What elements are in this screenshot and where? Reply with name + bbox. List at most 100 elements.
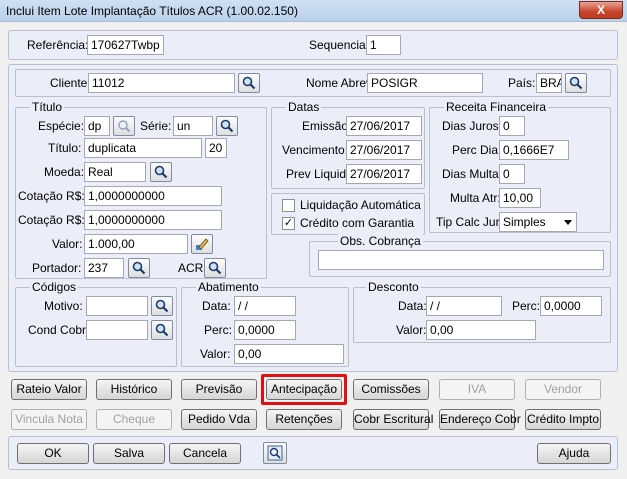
abatimento-legend: Abatimento — [196, 280, 261, 294]
emissao-label: Emissão: — [302, 119, 352, 133]
perc-dia-label: Perc Dia: — [452, 143, 502, 157]
cliente-group: Cliente: 11012 Nome Abrev: POSIGR País: … — [15, 69, 611, 97]
especie-field[interactable]: dp — [84, 116, 110, 136]
salva-button[interactable]: Salva — [93, 443, 165, 464]
perc-dia-field[interactable]: 0,1666E7 — [499, 140, 569, 160]
serie-search-button[interactable] — [216, 116, 238, 136]
abatimento-perc-field[interactable]: 0,0000 — [234, 320, 296, 340]
antecipacao-highlight — [261, 374, 347, 405]
portador-search-button[interactable] — [128, 258, 150, 278]
valor-field[interactable]: 1.000,00 — [84, 234, 188, 254]
parcela-field[interactable]: 20 — [205, 138, 227, 158]
nome-abrev-label: Nome Abrev: — [306, 76, 376, 90]
nome-abrev-field[interactable]: POSIGR — [367, 73, 483, 93]
sequencia-label: Sequencia: — [309, 38, 370, 52]
multa-atr-field[interactable]: 10,00 — [499, 188, 541, 208]
titulo-legend: Título — [30, 100, 65, 114]
dias-multa-label: Dias Multa: — [442, 167, 503, 181]
serie-label: Série: — [140, 119, 172, 133]
emissao-field[interactable]: 27/06/2017 — [346, 116, 422, 136]
prev-liquid-field[interactable]: 27/06/2017 — [346, 164, 422, 184]
iva-button[interactable]: IVA — [439, 379, 515, 400]
abatimento-valor-field[interactable]: 0,00 — [234, 344, 344, 364]
abatimento-group: Abatimento Data: / / Perc: 0,0000 Valor:… — [181, 280, 349, 367]
cheque-button[interactable]: Cheque — [96, 409, 172, 430]
vencimento-field[interactable]: 27/06/2017 — [346, 140, 422, 160]
cancela-button[interactable]: Cancela — [169, 443, 241, 464]
acr-search-button[interactable] — [204, 258, 226, 278]
titulo-field[interactable]: duplicata — [84, 138, 202, 158]
close-button[interactable]: X — [579, 1, 623, 19]
cond-cobr-field[interactable] — [86, 320, 148, 340]
pedido-vda-button[interactable]: Pedido Vda — [181, 409, 257, 430]
historico-button[interactable]: Histórico — [96, 379, 172, 400]
retencoes-button[interactable]: Retenções — [266, 409, 342, 430]
datas-legend: Datas — [286, 100, 322, 114]
search-icon — [569, 76, 583, 90]
serie-field[interactable]: un — [173, 116, 213, 136]
portador-field[interactable]: 237 — [84, 258, 124, 278]
cotacao1-label: Cotação R$: — [18, 189, 85, 203]
obs-field[interactable] — [318, 250, 604, 270]
desconto-data-field[interactable]: / / — [426, 296, 502, 316]
desconto-perc-field[interactable]: 0,0000 — [540, 296, 602, 316]
desconto-perc-label: Perc: — [512, 299, 541, 313]
valor-edit-button[interactable] — [191, 234, 213, 254]
titulo-group: Título Espécie: dp Série: un Título: dup… — [15, 100, 267, 279]
ok-button[interactable]: OK — [17, 443, 89, 464]
cliente-search-button[interactable] — [238, 73, 260, 93]
vincula-nota-button[interactable]: Vincula Nota — [11, 409, 87, 430]
cliente-field[interactable]: 11012 — [88, 73, 235, 93]
rateio-valor-button[interactable]: Rateio Valor — [11, 379, 87, 400]
dialog-window: Inclui Item Lote Implantação Títulos ACR… — [0, 0, 627, 479]
prev-liquid-label: Prev Liquid: — [286, 167, 350, 181]
titulo-label: Título: — [48, 141, 82, 155]
header-panel: Referência: 170627Twbp Sequencia: 1 — [8, 30, 618, 60]
codigos-legend: Códigos — [30, 280, 79, 294]
credito-impto-button[interactable]: Crédito Impto — [525, 409, 601, 430]
sequencia-field[interactable]: 1 — [366, 35, 401, 55]
comissoes-button[interactable]: Comissões — [353, 379, 429, 400]
cotacao1-field[interactable]: 1,0000000000 — [84, 186, 222, 206]
cond-cobr-search-button[interactable] — [151, 320, 173, 340]
pais-field[interactable]: BRA — [536, 73, 562, 93]
motivo-field[interactable] — [86, 296, 148, 316]
liquidacao-checkbox[interactable] — [282, 199, 295, 212]
desconto-valor-field[interactable]: 0,00 — [426, 320, 536, 340]
endereco-cobr-button[interactable]: Endereço Cobr — [439, 409, 521, 430]
help-icon-button[interactable] — [263, 442, 287, 464]
cliente-label: Cliente: — [50, 76, 91, 90]
edit-value-icon — [196, 238, 209, 250]
vendor-button[interactable]: Vendor — [525, 379, 601, 400]
cobr-escritural-button[interactable]: Cobr Escritural — [353, 409, 433, 430]
abatimento-data-field[interactable]: / / — [234, 296, 296, 316]
tip-calc-value: Simples — [503, 215, 546, 229]
referencia-field[interactable]: 170627Twbp — [87, 35, 164, 55]
datas-group: Datas Emissão: 27/06/2017 Vencimento: 27… — [271, 100, 425, 189]
moeda-search-button[interactable] — [150, 162, 172, 182]
obs-legend: Obs. Cobrança — [338, 234, 423, 248]
window-title: Inclui Item Lote Implantação Títulos ACR… — [6, 4, 298, 18]
previsao-button[interactable]: Previsão — [181, 379, 257, 400]
referencia-label: Referência: — [27, 38, 89, 52]
cond-cobr-label: Cond Cobr: — [28, 323, 90, 337]
cotacao2-field[interactable]: 1,0000000000 — [84, 210, 222, 230]
moeda-field[interactable]: Real — [84, 162, 146, 182]
credito-checkbox[interactable]: ✓ — [282, 217, 295, 230]
receita-group: Receita Financeira Dias Juros: 0 Perc Di… — [429, 100, 611, 233]
search-icon — [154, 165, 168, 179]
dias-juros-label: Dias Juros: — [442, 119, 503, 133]
dias-juros-field[interactable]: 0 — [499, 116, 525, 136]
especie-zoom-button[interactable] — [113, 116, 135, 136]
tip-calc-select[interactable]: Simples — [499, 212, 577, 232]
moeda-label: Moeda: — [44, 165, 85, 179]
main-panel: Cliente: 11012 Nome Abrev: POSIGR País: … — [8, 64, 618, 372]
motivo-search-button[interactable] — [151, 296, 173, 316]
vencimento-label: Vencimento: — [282, 143, 349, 157]
portador-label: Portador: — [32, 261, 82, 275]
ajuda-button[interactable]: Ajuda — [537, 443, 611, 464]
title-bar[interactable]: Inclui Item Lote Implantação Títulos ACR… — [0, 0, 627, 22]
pais-search-button[interactable] — [565, 73, 587, 93]
dias-multa-field[interactable]: 0 — [499, 164, 525, 184]
search-icon — [242, 76, 256, 90]
